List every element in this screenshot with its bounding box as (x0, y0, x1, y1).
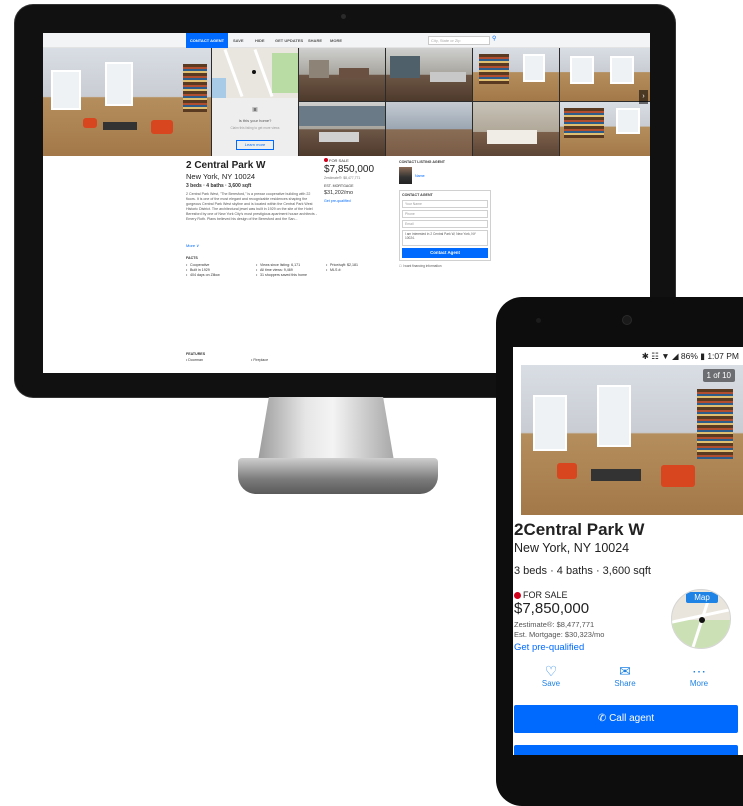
photo-office[interactable] (560, 102, 650, 156)
financing-checkbox[interactable]: ☐ I want financing information (399, 264, 491, 268)
message-field[interactable]: I am interested in 2 Central Park W, New… (402, 230, 488, 246)
phone-device: ✱ ☷ ▼ ◢ 86% ▮ 1:07 PM 1 of 10 2Central P… (496, 297, 743, 806)
est-mortgage-label: EST. MORTGAGE (324, 184, 354, 188)
heart-icon: ♡ (544, 663, 558, 679)
phone-screen: ✱ ☷ ▼ ◢ 86% ▮ 1:07 PM 1 of 10 2Central P… (513, 347, 743, 755)
address-line1: 2Central Park W (514, 520, 645, 539)
name-field[interactable]: Your Name (402, 200, 488, 208)
price: $7,850,000 (514, 600, 590, 617)
status-bar: ✱ ☷ ▼ ◢ 86% ▮ 1:07 PM (513, 347, 743, 365)
price: $7,850,000 (324, 164, 375, 175)
contact-agent-button[interactable]: Contact Agent (402, 248, 488, 258)
photo-kitchen-2[interactable] (299, 102, 385, 156)
facts-section: FACTS Cooperative Built in 1929 404 days… (186, 256, 386, 278)
phone-icon: ✆ (597, 713, 607, 724)
tab-more[interactable]: MORE (330, 33, 342, 48)
gallery-next-arrow-icon[interactable]: › (639, 90, 648, 104)
learn-more-button[interactable]: Learn more (236, 140, 274, 150)
photo-gallery: ▣ Is this your home? Claim this listing … (43, 48, 650, 156)
status-badge: FOR SALE (514, 590, 568, 600)
more-dots-icon: ⋯ (692, 663, 706, 679)
features-section: FEATURES • Doorman • Fireplace (186, 352, 268, 362)
beds-baths-sqft: 3 beds · 4 baths · 3,600 sqft (186, 183, 252, 189)
search-input[interactable]: City, State or Zip (428, 36, 490, 45)
search-icon[interactable]: ⚲ (492, 35, 496, 42)
tab-hide[interactable]: HIDE (255, 33, 265, 48)
prequalified-link[interactable]: Get pre-qualified (514, 642, 584, 653)
beds-baths-sqft: 3 beds · 4 baths · 3,600 sqft (514, 565, 651, 577)
photo-kitchen[interactable] (386, 48, 472, 101)
photo-sitting-room[interactable] (386, 102, 472, 156)
avatar (399, 167, 412, 184)
action-bar: ♡ Save ✉ Share ⋯ More (513, 663, 743, 695)
tab-get-updates[interactable]: GET UPDATES (275, 33, 303, 48)
camera-icon: ▣ (252, 107, 258, 113)
map-pin-icon (252, 70, 256, 74)
zestimate: Zestimate®: $8,477,771 (324, 176, 361, 180)
facts-col3: Price/sqft: $2,181 MLS #: (326, 263, 386, 278)
status-badge: FOR SALE (324, 158, 349, 163)
map-tile[interactable]: ▣ Is this your home? Claim this listing … (212, 48, 298, 156)
contact-panel: CONTACT LISTING AGENT Name CONTACT AGENT… (399, 160, 491, 268)
save-button[interactable]: ♡ Save (531, 663, 571, 688)
est-mortgage-value: $31,202/mo (324, 190, 354, 196)
photo-library[interactable] (473, 48, 559, 101)
fact-item: 404 days on Zillow (186, 273, 246, 278)
facts-col2: Views since listing: 6,171 All time view… (256, 263, 316, 278)
phone-photo[interactable]: 1 of 10 (521, 365, 743, 515)
zestimate: Zestimate®: $8,477,771 (514, 620, 595, 629)
tab-contact-agent[interactable]: CONTACT AGENT (186, 33, 228, 48)
monitor-camera (341, 14, 346, 19)
monitor-stand (238, 458, 438, 494)
phone-sensor (536, 318, 541, 323)
phone-camera (622, 315, 632, 325)
share-button[interactable]: ✉ Share (605, 663, 645, 688)
photo-study[interactable] (560, 48, 650, 101)
map-label[interactable]: Map (686, 592, 718, 603)
address-line2: New York, NY 10024 (186, 172, 256, 181)
email-field[interactable]: Email (402, 220, 488, 228)
prequalified-link[interactable]: Get pre-qualified (324, 199, 351, 203)
photo-counter: 1 of 10 (702, 369, 735, 382)
fact-item: 31 shoppers saved this home (256, 273, 316, 278)
envelope-icon: ✉ (619, 663, 631, 679)
address-line2: New York, NY 10024 (514, 541, 630, 555)
mini-map[interactable]: Map (671, 589, 731, 649)
call-agent-button[interactable]: ✆ Call agent (514, 705, 738, 733)
secondary-button[interactable] (514, 745, 738, 755)
tab-share[interactable]: SHARE (308, 33, 322, 48)
photo-bedroom[interactable] (473, 102, 559, 156)
contact-form-header: CONTACT AGENT (402, 193, 433, 197)
est-mortgage: Est. Mortgage: $30,323/mo (514, 630, 605, 639)
photo-living-room[interactable] (43, 48, 211, 156)
more-button[interactable]: ⋯ More (679, 663, 719, 688)
agent-name[interactable]: Name (415, 174, 425, 178)
facts-header: FACTS (186, 256, 198, 260)
map-tile-line: Claim this listing to get more views (230, 126, 280, 130)
phone-field[interactable]: Phone (402, 210, 488, 218)
for-sale-dot-icon (324, 158, 328, 162)
desktop-navbar: CONTACT AGENT SAVE HIDE GET UPDATES SHAR… (43, 33, 650, 48)
contact-header: CONTACT LISTING AGENT (399, 160, 445, 164)
address-line1: 2 Central Park W (186, 160, 266, 171)
map-pin-icon (699, 617, 705, 623)
facts-col1: Cooperative Built in 1929 404 days on Zi… (186, 263, 246, 278)
for-sale-dot-icon (514, 592, 521, 599)
features-header: FEATURES (186, 352, 206, 356)
feature-item: • Doorman (186, 358, 204, 362)
map-tile-question: Is this your home? (238, 118, 272, 123)
feature-item: • Fireplace (251, 358, 269, 362)
contact-form: CONTACT AGENT Your Name Phone Email I am… (399, 190, 491, 261)
fact-item: MLS #: (326, 268, 386, 273)
monitor-neck (258, 397, 394, 461)
phone-listing-info: 2Central Park W New York, NY 10024 3 bed… (513, 517, 743, 755)
tab-save[interactable]: SAVE (233, 33, 244, 48)
listing-description: 2 Central Park West, "The Beresford," is… (186, 192, 317, 222)
photo-dining[interactable] (299, 48, 385, 101)
more-link[interactable]: More ∨ (186, 243, 199, 248)
listing-agent[interactable]: Name (399, 167, 491, 184)
